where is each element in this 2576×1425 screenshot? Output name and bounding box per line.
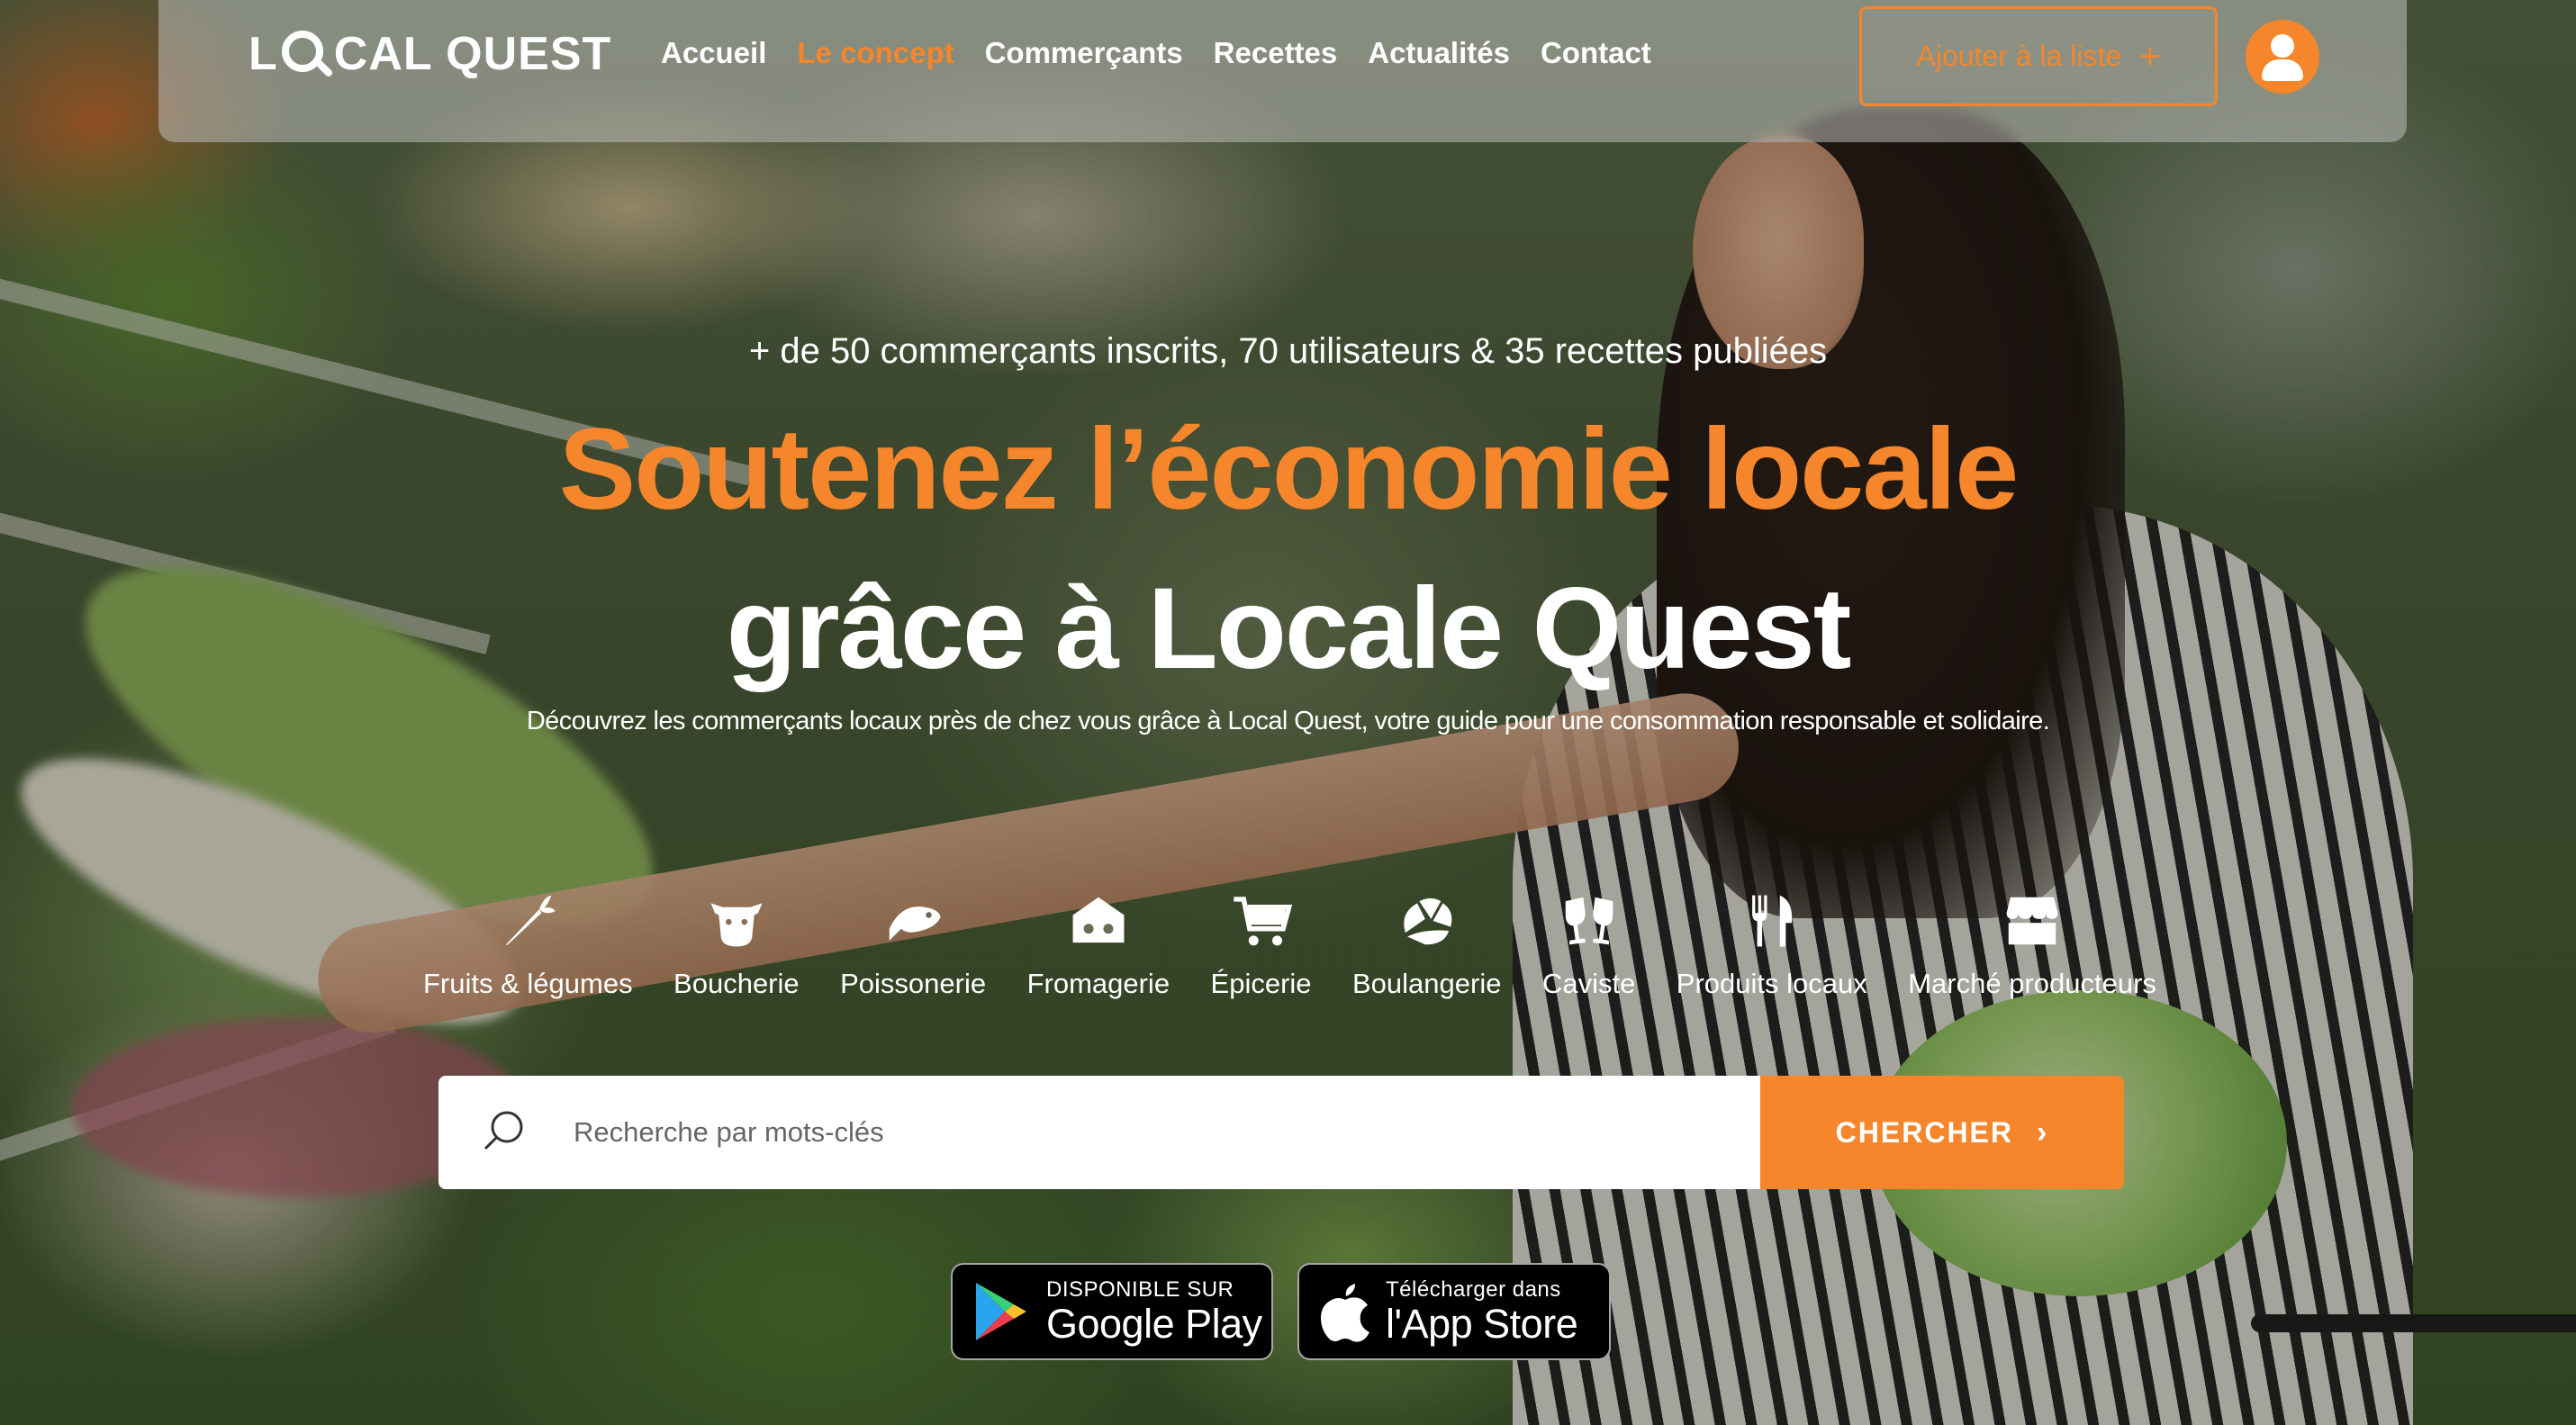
headline-line1: Soutenez l’économie locale [558, 405, 2020, 534]
search-button-label: CHERCHER [1835, 1115, 2013, 1149]
category-fruits-legumes[interactable]: Fruits & légumes [423, 887, 633, 1000]
logo[interactable]: L CAL QUEST [249, 25, 611, 83]
category-label: Produits locaux [1676, 968, 1867, 999]
category-marche-producteurs[interactable]: Marché producteurs [1908, 887, 2156, 1000]
fish-icon [879, 887, 947, 955]
google-play-small: DISPONIBLE SUR [1046, 1277, 1234, 1303]
category-list: Fruits & légumes Boucherie Poissonerie F… [423, 887, 2156, 1000]
add-to-list-label: Ajouter à la liste [1916, 40, 2122, 72]
google-play-badge[interactable]: DISPONIBLE SUR Google Play [951, 1263, 1273, 1360]
user-icon[interactable] [2246, 20, 2319, 94]
cheese-icon [1064, 887, 1133, 955]
category-label: Fromagerie [1026, 968, 1170, 999]
category-label: Épicerie [1210, 968, 1312, 999]
app-store-big: l'App Store [1386, 1301, 1578, 1348]
category-label: Fruits & légumes [423, 968, 633, 999]
category-fromagerie[interactable]: Fromagerie [1027, 887, 1170, 1000]
nav-item-recettes[interactable]: Recettes [1214, 36, 1338, 70]
category-caviste[interactable]: Caviste [1542, 887, 1635, 1000]
category-boulangerie[interactable]: Boulangerie [1352, 887, 1501, 1000]
headline-line2: grâce à Locale Quest [726, 564, 1852, 693]
category-label: Marché producteurs [1908, 968, 2156, 999]
category-label: Poissonerie [840, 968, 987, 999]
nav-item-le-concept[interactable]: Le concept [797, 36, 954, 70]
main-nav: Accueil Le concept Commerçants Recettes … [661, 36, 1651, 70]
market-stall-icon [1998, 887, 2066, 955]
category-label: Boulangerie [1352, 968, 1502, 999]
category-produits-locaux[interactable]: Produits locaux [1677, 887, 1867, 1000]
google-play-icon [976, 1283, 1026, 1340]
search-input[interactable] [574, 1116, 1744, 1149]
wine-glasses-icon [1555, 887, 1623, 955]
nav-item-contact[interactable]: Contact [1541, 36, 1651, 70]
carrot-icon [493, 887, 562, 955]
add-to-list-button[interactable]: Ajouter à la liste + [1859, 6, 2218, 106]
utensils-icon [1738, 887, 1806, 955]
category-label: Boucherie [673, 968, 800, 999]
site-header: L CAL QUEST Accueil Le concept Commerçan… [158, 0, 2407, 142]
apple-icon [1321, 1284, 1369, 1342]
cow-icon [702, 887, 771, 955]
search-bar: CHERCHER › [438, 1076, 2124, 1189]
nav-item-commercants[interactable]: Commerçants [985, 36, 1183, 70]
search-field[interactable] [438, 1076, 1760, 1189]
nav-item-accueil[interactable]: Accueil [661, 36, 766, 70]
google-play-big: Google Play [1046, 1301, 1262, 1348]
plus-icon: + [2139, 36, 2161, 77]
category-poissonerie[interactable]: Poissonerie [840, 887, 986, 1000]
search-icon [480, 1105, 530, 1160]
logo-text-after: CAL QUEST [333, 28, 612, 80]
chevron-right-icon: › [2037, 1114, 2049, 1150]
hero-description: Découvrez les commerçants locaux près de… [526, 707, 2050, 735]
nav-item-actualites[interactable]: Actualités [1368, 36, 1510, 70]
app-store-small: Télécharger dans [1386, 1277, 1561, 1303]
search-button[interactable]: CHERCHER › [1760, 1076, 2124, 1189]
magnifier-logo-icon [281, 31, 334, 78]
stats-text: + de 50 commerçants inscrits, 70 utilisa… [748, 331, 1828, 371]
cart-icon [1227, 887, 1296, 955]
category-boucherie[interactable]: Boucherie [673, 887, 800, 1000]
category-label: Caviste [1541, 968, 1636, 999]
category-epicerie[interactable]: Épicerie [1211, 887, 1312, 1000]
app-store-badge[interactable]: Télécharger dans l'App Store [1297, 1263, 1611, 1360]
logo-text-before: L [249, 28, 278, 80]
croissant-icon [1393, 887, 1461, 955]
